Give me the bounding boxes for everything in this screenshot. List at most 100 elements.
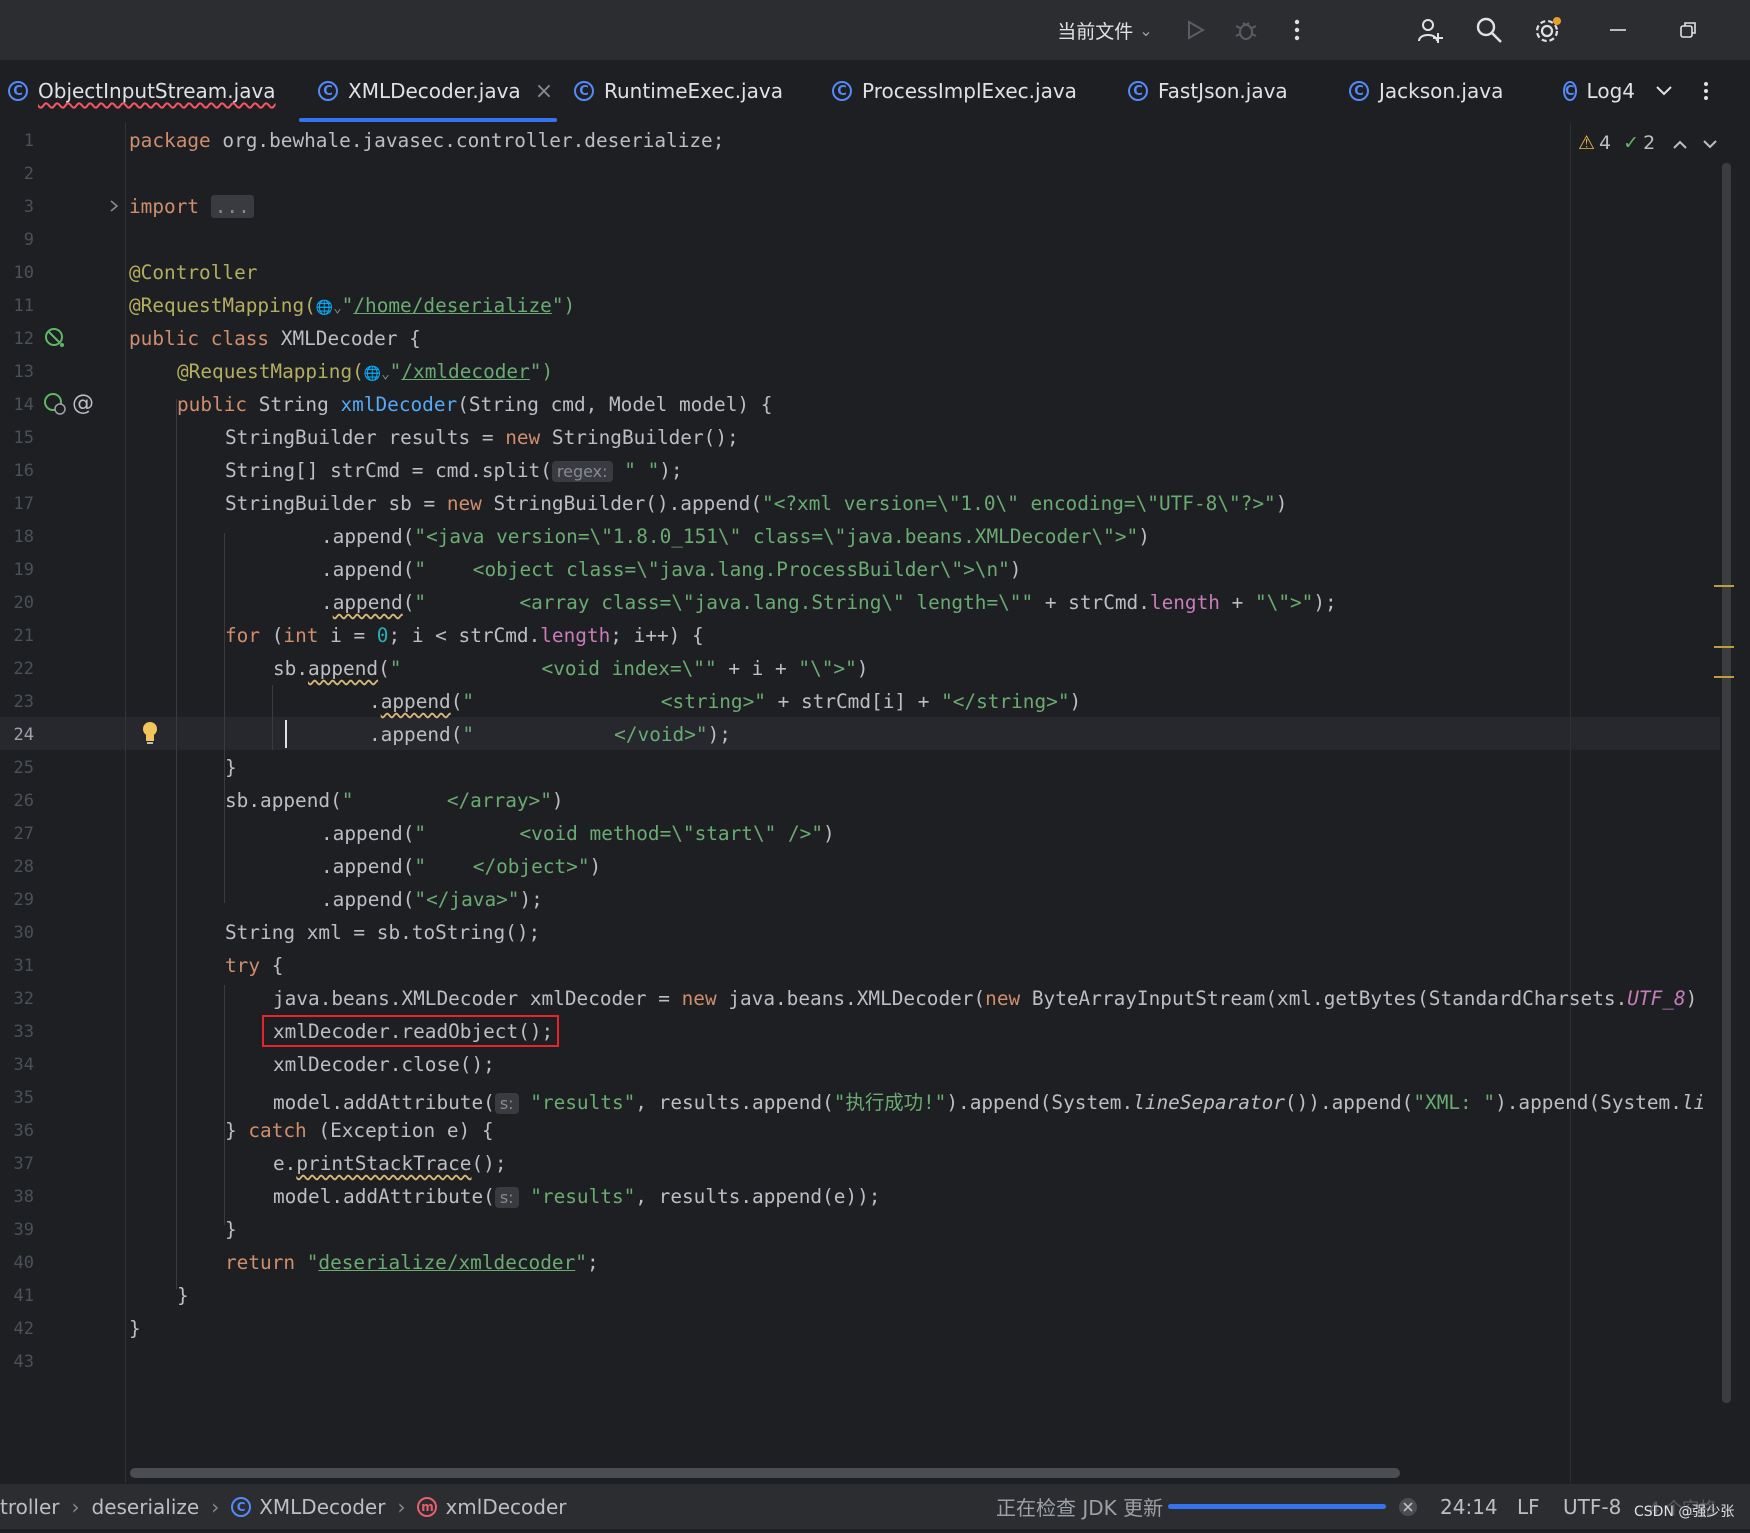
code-line-40: return "deserialize/xmldecoder"; (225, 1251, 599, 1274)
breadcrumb-item[interactable]: xmlDecoder (445, 1495, 566, 1519)
folded-imports[interactable]: ... (210, 195, 254, 218)
status-bar: troller › deserialize › C XMLDecoder › m… (0, 1483, 1750, 1529)
code-line-29: .append("</java>"); (321, 888, 543, 911)
tab-fastjson[interactable]: C FastJson.java (1128, 60, 1288, 122)
class-icon: C (1128, 81, 1148, 101)
line-number: 13 (13, 362, 34, 382)
template-link[interactable]: deserialize/xmldecoder (318, 1251, 575, 1274)
close-icon[interactable]: × (535, 79, 553, 104)
breadcrumb-item[interactable]: troller (0, 1495, 60, 1519)
settings-icon[interactable] (1526, 0, 1570, 60)
code-line-17: StringBuilder sb = new StringBuilder().a… (225, 492, 1288, 515)
inspection-widget[interactable]: ⚠ 4 ✓ 2 (1578, 130, 1717, 156)
tab-label: Log4 (1586, 79, 1635, 103)
line-number: 11 (13, 296, 34, 316)
code-line-12: public class XMLDecoder { (129, 327, 421, 350)
tab-list-dropdown[interactable] (1656, 60, 1672, 122)
line-number: 28 (13, 857, 34, 877)
code-line-21: for (int i = 0; i < strCmd.length; i++) … (225, 624, 704, 647)
search-icon[interactable] (1467, 0, 1511, 60)
code-line-14: public String xmlDecoder(String cmd, Mod… (177, 393, 773, 416)
code-line-3: import ... (129, 195, 254, 218)
restore-icon[interactable] (1666, 0, 1710, 60)
horizontal-scrollbar[interactable] (130, 1468, 1400, 1478)
tab-jackson[interactable]: C Jackson.java (1349, 60, 1503, 122)
line-number: 12 (13, 329, 34, 349)
line-separator[interactable]: LF (1517, 1484, 1540, 1529)
chevron-up-icon[interactable] (1673, 132, 1687, 154)
annotation-at-icon[interactable]: @ (70, 390, 96, 416)
file-encoding[interactable]: UTF-8 (1563, 1484, 1621, 1529)
cancel-task-icon[interactable] (1398, 1484, 1418, 1529)
globe-icon: 🌐⌄ (363, 366, 390, 382)
run-config-selector[interactable]: 当前文件 ⌄ (1050, 0, 1160, 60)
tab-xmldecoder[interactable]: C XMLDecoder.java × (318, 60, 553, 122)
line-number: 32 (13, 989, 34, 1009)
task-progress (1168, 1484, 1386, 1529)
code-line-16: String[] strCmd = cmd.split(regex: " "); (225, 459, 683, 482)
code-line-15: StringBuilder results = new StringBuilde… (225, 426, 739, 449)
url-link[interactable]: /xmldecoder (401, 360, 529, 383)
line-number: 33 (13, 1022, 34, 1042)
chevron-down-icon[interactable] (1703, 132, 1717, 154)
chevron-down-icon (1656, 86, 1672, 96)
gutter-separator (125, 123, 126, 1483)
indent-guide (272, 685, 273, 750)
background-task-label[interactable]: 正在检查 JDK 更新 (996, 1484, 1163, 1529)
code-line-39: } (225, 1218, 237, 1241)
code-line-36: } catch (Exception e) { (225, 1119, 494, 1142)
tab-objectinputstream[interactable]: C ObjectInputStream.java (8, 60, 276, 122)
breadcrumb-item[interactable]: deserialize (92, 1495, 200, 1519)
line-number: 21 (13, 626, 34, 646)
code-line-32: java.beans.XMLDecoder xmlDecoder = new j… (273, 987, 1698, 1010)
tab-more-icon[interactable] (1703, 60, 1709, 122)
endpoint-icon[interactable] (43, 392, 67, 416)
line-number: 19 (13, 560, 34, 580)
indent-guide (176, 399, 177, 1289)
breadcrumb: troller › deserialize › C XMLDecoder › m… (0, 1484, 567, 1529)
minimize-icon[interactable] (1596, 0, 1640, 60)
check-icon: ✓ (1623, 132, 1640, 154)
line-number: 42 (13, 1319, 34, 1339)
line-number: 14 (13, 395, 34, 415)
tab-label: ProcessImplExec.java (862, 79, 1077, 103)
warning-marker[interactable] (1714, 646, 1734, 648)
line-number: 37 (13, 1154, 34, 1174)
code-line-37: e.printStackTrace(); (273, 1152, 507, 1175)
line-number: 23 (13, 692, 34, 712)
breadcrumb-separator: › (211, 1494, 220, 1519)
add-user-icon[interactable] (1408, 0, 1452, 60)
class-icon: C (574, 81, 594, 101)
run-icon[interactable] (1173, 0, 1217, 60)
warning-marker[interactable] (1714, 585, 1734, 587)
tab-processimplexec[interactable]: C ProcessImplExec.java (832, 60, 1077, 122)
vertical-scrollbar[interactable] (1722, 163, 1731, 1403)
code-line-38: model.addAttribute(s: "results", results… (273, 1185, 881, 1208)
tab-runtimeexec[interactable]: C RuntimeExec.java (574, 60, 783, 122)
tab-log4[interactable]: C Log4 (1563, 60, 1635, 122)
line-number: 30 (13, 923, 34, 943)
code-line-18: .append("<java version=\"1.8.0_151\" cla… (321, 525, 1150, 548)
warning-marker[interactable] (1714, 676, 1734, 678)
line-number: 17 (13, 494, 34, 514)
watermark: CSDN @强少张 (1634, 1503, 1735, 1520)
method-icon: m (417, 1496, 438, 1517)
tab-label: XMLDecoder.java (348, 79, 521, 103)
active-tab-indicator (299, 118, 557, 122)
class-icon: C (1563, 81, 1577, 101)
breadcrumb-item[interactable]: XMLDecoder (259, 1495, 385, 1519)
code-line-34: xmlDecoder.close(); (273, 1053, 495, 1076)
line-number: 10 (13, 263, 34, 283)
run-config-label: 当前文件 (1057, 20, 1134, 43)
url-link[interactable]: /home/deserialize (353, 294, 551, 317)
more-icon[interactable] (1275, 0, 1319, 60)
debug-icon[interactable] (1224, 0, 1268, 60)
fold-chevron-icon[interactable] (106, 196, 122, 216)
spring-bean-icon[interactable] (43, 326, 67, 350)
caret-position[interactable]: 24:14 (1440, 1484, 1498, 1529)
line-number: 35 (13, 1088, 34, 1108)
lightbulb-icon[interactable] (138, 720, 162, 746)
progress-fill (1168, 1504, 1386, 1509)
class-icon: C (1349, 81, 1369, 101)
class-icon: C (8, 81, 28, 101)
